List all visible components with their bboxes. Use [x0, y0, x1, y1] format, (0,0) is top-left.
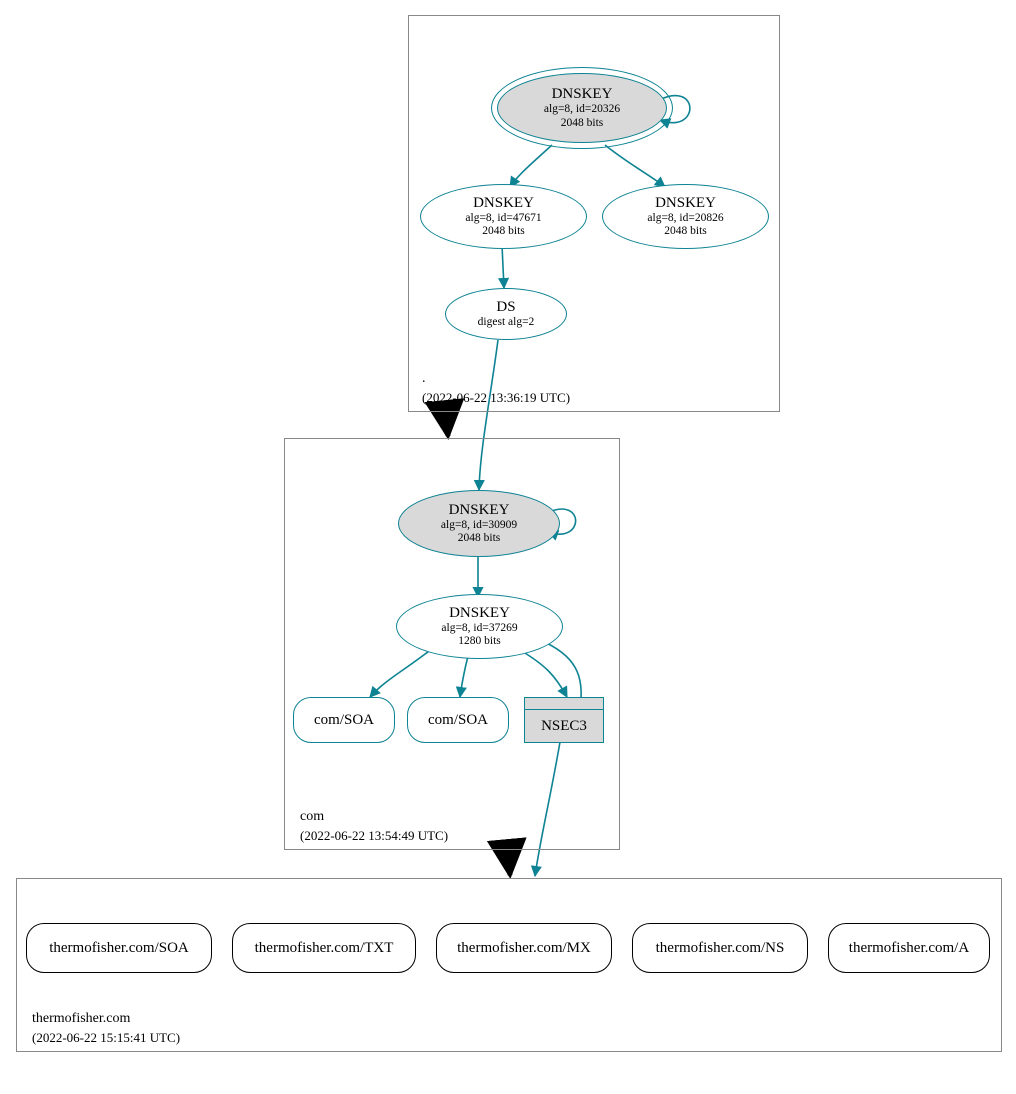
label: 2048 bits [482, 225, 525, 238]
node-tf-ns: thermofisher.com/NS [632, 923, 808, 973]
zone-com-label: com (2022-06-22 13:54:49 UTC) [300, 808, 448, 847]
node-tf-mx: thermofisher.com/MX [436, 923, 612, 973]
zone-com-ts: (2022-06-22 13:54:49 UTC) [300, 828, 448, 843]
label: alg=8, id=37269 [441, 622, 517, 635]
node-com-zsk: DNSKEY alg=8, id=37269 1280 bits [396, 594, 563, 659]
label: 2048 bits [561, 117, 604, 130]
zone-leaf-ts: (2022-06-22 15:15:41 UTC) [32, 1030, 180, 1045]
label: alg=8, id=20826 [647, 212, 723, 225]
node-nsec3: NSEC3 [524, 697, 602, 741]
label: com/SOA [428, 712, 488, 729]
label: digest alg=2 [478, 316, 535, 329]
zone-root-ts: (2022-06-22 13:36:19 UTC) [422, 390, 570, 405]
label: DS [496, 299, 515, 316]
label: thermofisher.com/TXT [255, 940, 394, 957]
label: alg=8, id=20326 [544, 103, 620, 116]
label: thermofisher.com/MX [457, 940, 591, 957]
label: NSEC3 [541, 718, 587, 735]
label: alg=8, id=47671 [465, 212, 541, 225]
label: 2048 bits [664, 225, 707, 238]
label: DNSKEY [449, 502, 510, 519]
node-root-zsk1: DNSKEY alg=8, id=47671 2048 bits [420, 184, 587, 249]
node-com-ksk: DNSKEY alg=8, id=30909 2048 bits [398, 490, 560, 557]
node-root-ksk: DNSKEY alg=8, id=20326 2048 bits [497, 73, 667, 143]
label: thermofisher.com/NS [656, 940, 785, 957]
zone-root-label: . (2022-06-22 13:36:19 UTC) [422, 370, 570, 409]
label: DNSKEY [655, 195, 716, 212]
label: thermofisher.com/SOA [49, 940, 189, 957]
node-tf-txt: thermofisher.com/TXT [232, 923, 416, 973]
label: 2048 bits [458, 532, 501, 545]
node-tf-soa: thermofisher.com/SOA [26, 923, 212, 973]
label: 1280 bits [458, 635, 501, 648]
zone-leaf-name: thermofisher.com [32, 1011, 130, 1026]
node-root-zsk2: DNSKEY alg=8, id=20826 2048 bits [602, 184, 769, 249]
node-com-soa-2: com/SOA [407, 697, 509, 743]
label: thermofisher.com/A [849, 940, 969, 957]
label: DNSKEY [449, 605, 510, 622]
label: alg=8, id=30909 [441, 519, 517, 532]
zone-leaf-label: thermofisher.com (2022-06-22 15:15:41 UT… [32, 1010, 180, 1049]
zone-com-name: com [300, 809, 324, 824]
node-root-ds: DS digest alg=2 [445, 288, 567, 340]
node-tf-a: thermofisher.com/A [828, 923, 990, 973]
node-com-soa-1: com/SOA [293, 697, 395, 743]
label: DNSKEY [473, 195, 534, 212]
label: DNSKEY [552, 86, 613, 103]
label: com/SOA [314, 712, 374, 729]
zone-root-name: . [422, 371, 426, 386]
